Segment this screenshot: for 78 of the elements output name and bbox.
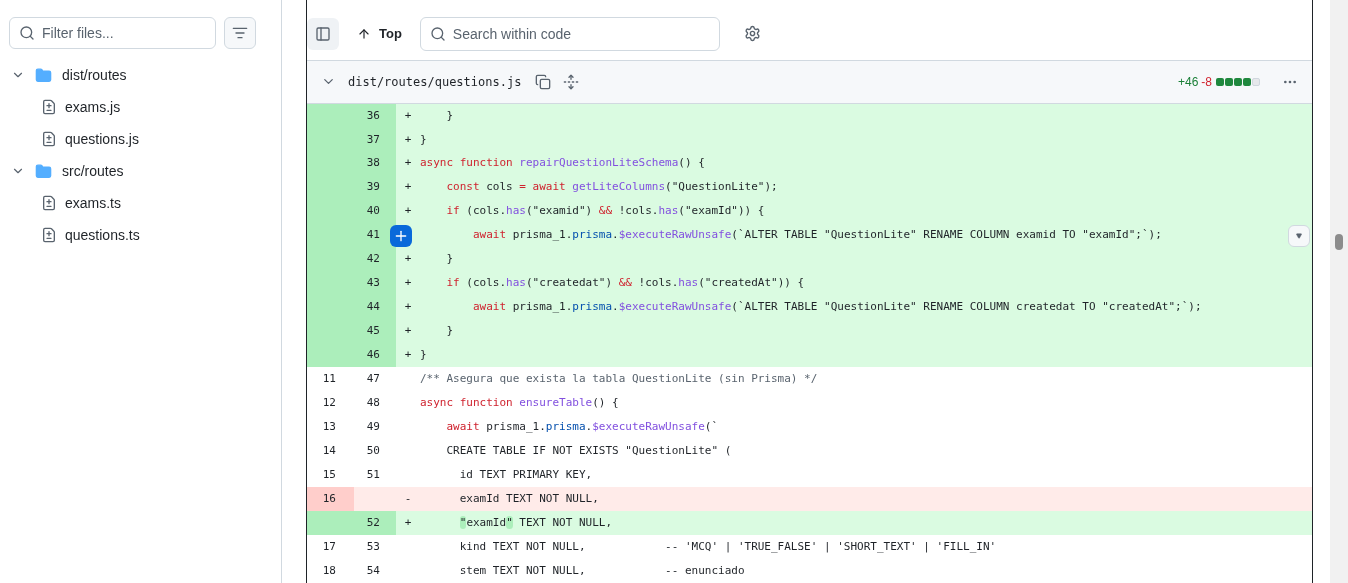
- new-line-gutter: 46: [354, 343, 396, 368]
- copy-icon[interactable]: [535, 73, 552, 90]
- code-line: "examId" TEXT NOT NULL,: [458, 514, 613, 531]
- new-line-gutter: 52: [354, 511, 396, 535]
- code-line: }: [445, 323, 454, 340]
- code-line: kind TEXT NOT NULL, -- 'MCQ' | 'TRUE_FALSE' | 'SHORT_TEXT' | 'FILL_IN': [458, 538, 997, 555]
- file-item[interactable]: exams.js: [9, 91, 256, 123]
- search-icon: [19, 25, 35, 41]
- search-icon: [429, 25, 446, 42]
- sidebar-toggle-button[interactable]: [307, 17, 339, 50]
- new-line-gutter: 38: [354, 151, 396, 176]
- code-line: }: [445, 107, 454, 124]
- diff-marker: +: [404, 323, 412, 340]
- new-line-gutter: 37: [354, 127, 396, 152]
- caret-icon: [1296, 232, 1302, 239]
- diff-marker: +: [404, 107, 412, 124]
- diff-marker: +: [404, 275, 412, 292]
- new-line-gutter: 42: [354, 247, 396, 272]
- diff-marker: +: [404, 299, 412, 316]
- filter-field[interactable]: Filter files...: [9, 17, 217, 49]
- expand-icon[interactable]: [563, 73, 580, 90]
- diff-marker: +: [404, 251, 412, 268]
- folder-icon: [35, 66, 52, 84]
- code-line: stem TEXT NOT NULL, -- enunciado: [458, 562, 745, 579]
- code-line: if (cols.has("examid") && !cols.has("examId")) {: [445, 203, 765, 220]
- code-line: const cols = await getLiteColumns("QuestionLite");: [445, 179, 778, 196]
- new-line-gutter: 44: [354, 295, 396, 320]
- new-line-gutter: 45: [354, 319, 396, 344]
- file-item[interactable]: exams.ts: [9, 187, 256, 219]
- diff-marker: +: [404, 131, 412, 148]
- code-line: }: [420, 347, 427, 364]
- folder-item[interactable]: src/routes: [9, 155, 256, 187]
- top-button[interactable]: Top: [349, 17, 410, 50]
- file-diff-icon: [41, 99, 57, 115]
- diff-marker: +: [404, 179, 412, 196]
- code-line: await prisma_1.prisma.$executeRawUnsafe(`ALTER TABLE "QuestionLite" RENAME COLUMN examid TO "examId";`);: [471, 227, 1162, 244]
- filter-icon: [232, 25, 249, 41]
- arrow-up-icon: [357, 26, 371, 41]
- file-diff-icon: [41, 195, 57, 211]
- code-line: async function repairQuestionLiteSchema() {: [420, 155, 705, 172]
- line-menu-button[interactable]: [1288, 224, 1310, 247]
- add-comment-button[interactable]: [390, 224, 412, 247]
- file-path[interactable]: dist/routes/questions.js: [348, 72, 522, 91]
- code-line: }: [420, 131, 427, 148]
- file-item[interactable]: questions.js: [9, 123, 256, 155]
- filter-button[interactable]: [224, 17, 256, 49]
- code-line: /** Asegura que exista la tabla QuestionLite (sin Prisma) */: [420, 371, 818, 388]
- code-line: }: [445, 251, 454, 268]
- new-line-gutter: 36: [354, 103, 396, 128]
- file-diff-icon: [41, 227, 57, 243]
- code-line: CREATE TABLE IF NOT EXISTS "QuestionLite" (: [445, 442, 732, 459]
- settings-icon[interactable]: [743, 25, 761, 43]
- panel-icon: [315, 25, 331, 42]
- diff-marker: +: [404, 514, 412, 531]
- new-line-gutter: 40: [354, 199, 396, 224]
- new-line-gutter: 39: [354, 175, 396, 200]
- code-line: id TEXT PRIMARY KEY,: [458, 466, 593, 483]
- old-line-gutter: [307, 511, 354, 535]
- old-line-gutter: 16: [307, 487, 354, 512]
- deletions-count: -8: [1201, 73, 1212, 91]
- additions-count: +46: [1177, 73, 1199, 91]
- folder-icon: [35, 162, 52, 180]
- code-line: await prisma_1.prisma.$executeRawUnsafe(`: [445, 418, 719, 435]
- diffstat-bar: [1216, 77, 1260, 86]
- file-item[interactable]: questions.ts: [9, 219, 256, 251]
- code-line: async function ensureTable() {: [420, 395, 619, 411]
- file-diff-icon: [41, 131, 57, 147]
- diff-marker: +: [404, 203, 412, 220]
- new-line-gutter: 43: [354, 271, 396, 296]
- diff-marker: -: [404, 490, 412, 507]
- code-line: await prisma_1.prisma.$executeRawUnsafe(`ALTER TABLE "QuestionLite" RENAME COLUMN createdat TO "createdAt";`);: [471, 299, 1202, 316]
- code-line: if (cols.has("createdat") && !cols.has("createdAt")) {: [445, 275, 805, 292]
- diff-marker: +: [404, 347, 412, 364]
- folder-item[interactable]: dist/routes: [9, 59, 256, 91]
- code-search-field[interactable]: Search within code: [419, 16, 720, 51]
- scrollbar-thumb[interactable]: [1335, 234, 1343, 250]
- code-line: examId TEXT NOT NULL,: [458, 490, 599, 507]
- diff-marker: +: [404, 155, 412, 172]
